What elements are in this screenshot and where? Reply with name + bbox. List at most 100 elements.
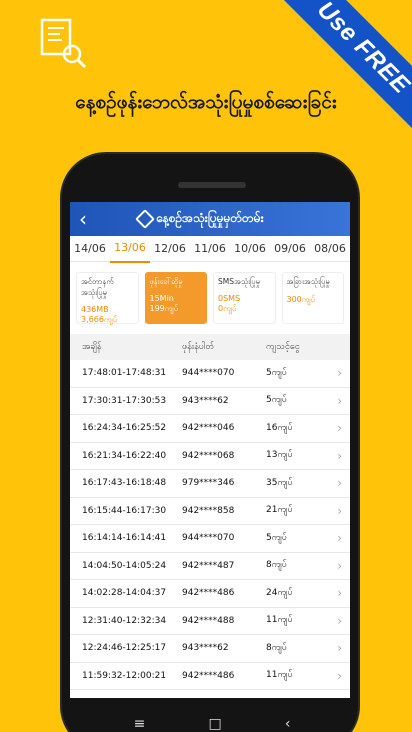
chevron-right-icon: › <box>337 641 342 656</box>
row-number: 942****486 <box>182 588 235 599</box>
table-row[interactable]: 16:14:14-16:14:41 944****070 5ကျပ် › <box>70 525 350 553</box>
row-cost: 11ကျပ် <box>266 670 293 681</box>
usage-card-cost: 0ကျပ် <box>218 304 237 313</box>
row-time: 16:15:44-16:17:30 <box>82 505 167 516</box>
tab-date[interactable]: 14/06 <box>70 236 110 262</box>
row-time: 17:48:01-17:48:31 <box>82 368 167 379</box>
row-cost: 16ကျပ် <box>266 422 293 433</box>
android-nav-bar: ≡ □ ‹ <box>62 698 362 732</box>
row-time: 16:21:34-16:22:40 <box>82 450 167 461</box>
table-row[interactable]: 17:30:31-17:30:53 943****62 5ကျပ် › <box>70 388 350 415</box>
row-cost: 35ကျပ် <box>266 477 293 488</box>
header-time: အချိန် <box>82 341 102 352</box>
row-cost: 24ကျပ် <box>266 587 293 598</box>
row-number: 942****046 <box>182 423 235 434</box>
usage-card-cost: 199ကျပ် <box>149 304 179 313</box>
tab-date[interactable]: 09/06 <box>270 236 310 262</box>
row-time: 16:24:34-16:25:52 <box>82 423 167 434</box>
phone-mockup: ‹ နေ့စဉ်အသုံးပြုမှုမှတ်တမ်း 14/06 13/06 12… <box>60 152 360 732</box>
row-number: 942****487 <box>182 560 235 571</box>
row-number: 942****488 <box>182 615 235 626</box>
row-number: 942****486 <box>182 670 235 681</box>
tab-date[interactable]: 11/06 <box>190 236 230 262</box>
chevron-right-icon: › <box>337 613 342 628</box>
row-time: 16:14:14-16:14:41 <box>82 533 167 544</box>
home-icon[interactable]: □ <box>208 716 221 732</box>
row-number: 942****068 <box>182 450 235 461</box>
row-cost: 13ကျပ် <box>266 450 293 461</box>
table-row[interactable]: 16:15:44-16:17:30 942****858 21ကျပ် › <box>70 498 350 525</box>
row-cost: 5ကျပ် <box>266 395 287 406</box>
usage-cards: အင်တာနက်အသုံးပြုမှု 436MB 3,666ကျပ် ဖုန်းခေ… <box>70 262 350 334</box>
row-time: 12:31:40-12:32:34 <box>82 615 167 626</box>
phone-screen: ‹ နေ့စဉ်အသုံးပြုမှုမှတ်တမ်း 14/06 13/06 12… <box>70 202 350 698</box>
row-time: 14:02:28-14:04:37 <box>82 588 167 599</box>
chevron-right-icon: › <box>337 421 342 436</box>
row-number: 944****070 <box>182 533 235 544</box>
usage-card-label: အင်တာနက်အသုံးပြုမှု <box>81 277 114 297</box>
row-time: 16:17:43-16:18:48 <box>82 478 167 489</box>
row-time: 12:24:46-12:25:17 <box>82 643 167 654</box>
phone-speaker <box>178 182 246 188</box>
row-number: 942****858 <box>182 505 235 516</box>
usage-card-amount: 436MB <box>81 305 109 314</box>
bill-search-icon <box>40 18 87 69</box>
usage-card[interactable]: ဖုန်းခေါ်ဆိုမှု 15Min 199ကျပ် <box>144 272 207 324</box>
usage-card-amount: 0SMS <box>218 294 241 303</box>
chevron-right-icon: › <box>337 393 342 408</box>
usage-card-label: SMSအသုံးပြုမှု <box>218 277 260 286</box>
chevron-right-icon: › <box>337 558 342 573</box>
promo-headline: နေ့စဉ်ဖုန်းဘေလ်အသုံးပြုမှုစစ်ဆေးခြင်း <box>75 91 337 113</box>
table-row[interactable]: 14:04:50-14:05:24 942****487 8ကျပ် › <box>70 553 350 580</box>
row-cost: 8ကျပ် <box>266 560 287 571</box>
table-row[interactable]: 14:02:28-14:04:37 942****486 24ကျပ် › <box>70 580 350 608</box>
usage-card[interactable]: အခြားအသုံးပြုမှု 300ကျပ် <box>281 272 344 324</box>
chevron-right-icon: › <box>337 668 342 683</box>
chevron-right-icon: › <box>337 366 342 381</box>
table-row[interactable]: 16:17:43-16:18:48 979****346 35ကျပ် › <box>70 470 350 498</box>
tab-date[interactable]: 13/06 <box>110 235 150 263</box>
row-cost: 5ကျပ် <box>266 367 287 378</box>
tab-date[interactable]: 12/06 <box>150 236 190 262</box>
usage-card-cost: 300ကျပ် <box>286 295 316 304</box>
app-title-text: နေ့စဉ်အသုံးပြုမှုမှတ်တမ်း <box>156 211 264 225</box>
tab-date[interactable]: 08/06 <box>310 236 350 262</box>
usage-card[interactable]: အင်တာနက်အသုံးပြုမှု 436MB 3,666ကျပ် <box>76 272 139 324</box>
nav-back-icon[interactable]: ‹ <box>285 716 291 732</box>
table-row[interactable]: 12:31:40-12:32:34 942****488 11ကျပ် › <box>70 608 350 635</box>
table-row[interactable]: 17:48:01-17:48:31 944****070 5ကျပ် › <box>70 360 350 388</box>
call-list: 17:48:01-17:48:31 944****070 5ကျပ် › 17:30:3… <box>70 360 350 690</box>
row-cost: 21ကျပ် <box>266 505 293 516</box>
chevron-right-icon: › <box>337 503 342 518</box>
row-number: 979****346 <box>182 478 235 489</box>
ribbon-label: Use FREE <box>311 0 412 100</box>
tab-date[interactable]: 10/06 <box>230 236 270 262</box>
table-row[interactable]: 16:21:34-16:22:40 942****068 13ကျပ် › <box>70 443 350 470</box>
app-logo-icon <box>135 209 155 229</box>
row-number: 944****070 <box>182 368 235 379</box>
chevron-right-icon: › <box>337 448 342 463</box>
chevron-right-icon: › <box>337 531 342 546</box>
row-cost: 11ကျပ် <box>266 615 293 626</box>
table-row[interactable]: 11:59:32-12:00:21 942****486 11ကျပ် › <box>70 663 350 690</box>
header-number: ဖုန်းနံပါတ် <box>182 341 215 352</box>
row-number: 943****62 <box>182 643 229 654</box>
chevron-right-icon: › <box>337 586 342 601</box>
row-number: 943****62 <box>182 395 229 406</box>
usage-card[interactable]: SMSအသုံးပြုမှု 0SMS 0ကျပ် <box>213 272 276 324</box>
row-time: 11:59:32-12:00:21 <box>82 670 167 681</box>
usage-card-label: အခြားအသုံးပြုမှု <box>286 277 330 286</box>
menu-icon[interactable]: ≡ <box>134 716 146 732</box>
header-cost: ကျသင့်ငွေ <box>266 341 300 352</box>
table-row[interactable]: 12:24:46-12:25:17 943****62 8ကျပ် › <box>70 635 350 663</box>
usage-card-cost: 3,666ကျပ် <box>81 315 118 324</box>
date-tabs: 14/06 13/06 12/06 11/06 10/06 09/06 08/06 <box>70 235 350 263</box>
row-cost: 5ကျပ် <box>266 532 287 543</box>
back-icon[interactable]: ‹ <box>70 207 96 231</box>
usage-card-amount: 15Min <box>149 294 174 303</box>
chevron-right-icon: › <box>337 476 342 491</box>
app-bar: ‹ နေ့စဉ်အသုံးပြုမှုမှတ်တမ်း <box>70 202 350 236</box>
row-time: 17:30:31-17:30:53 <box>82 395 167 406</box>
table-row[interactable]: 16:24:34-16:25:52 942****046 16ကျပ် › <box>70 415 350 443</box>
usage-card-label: ဖုန်းခေါ်ဆိုမှု <box>149 277 183 286</box>
